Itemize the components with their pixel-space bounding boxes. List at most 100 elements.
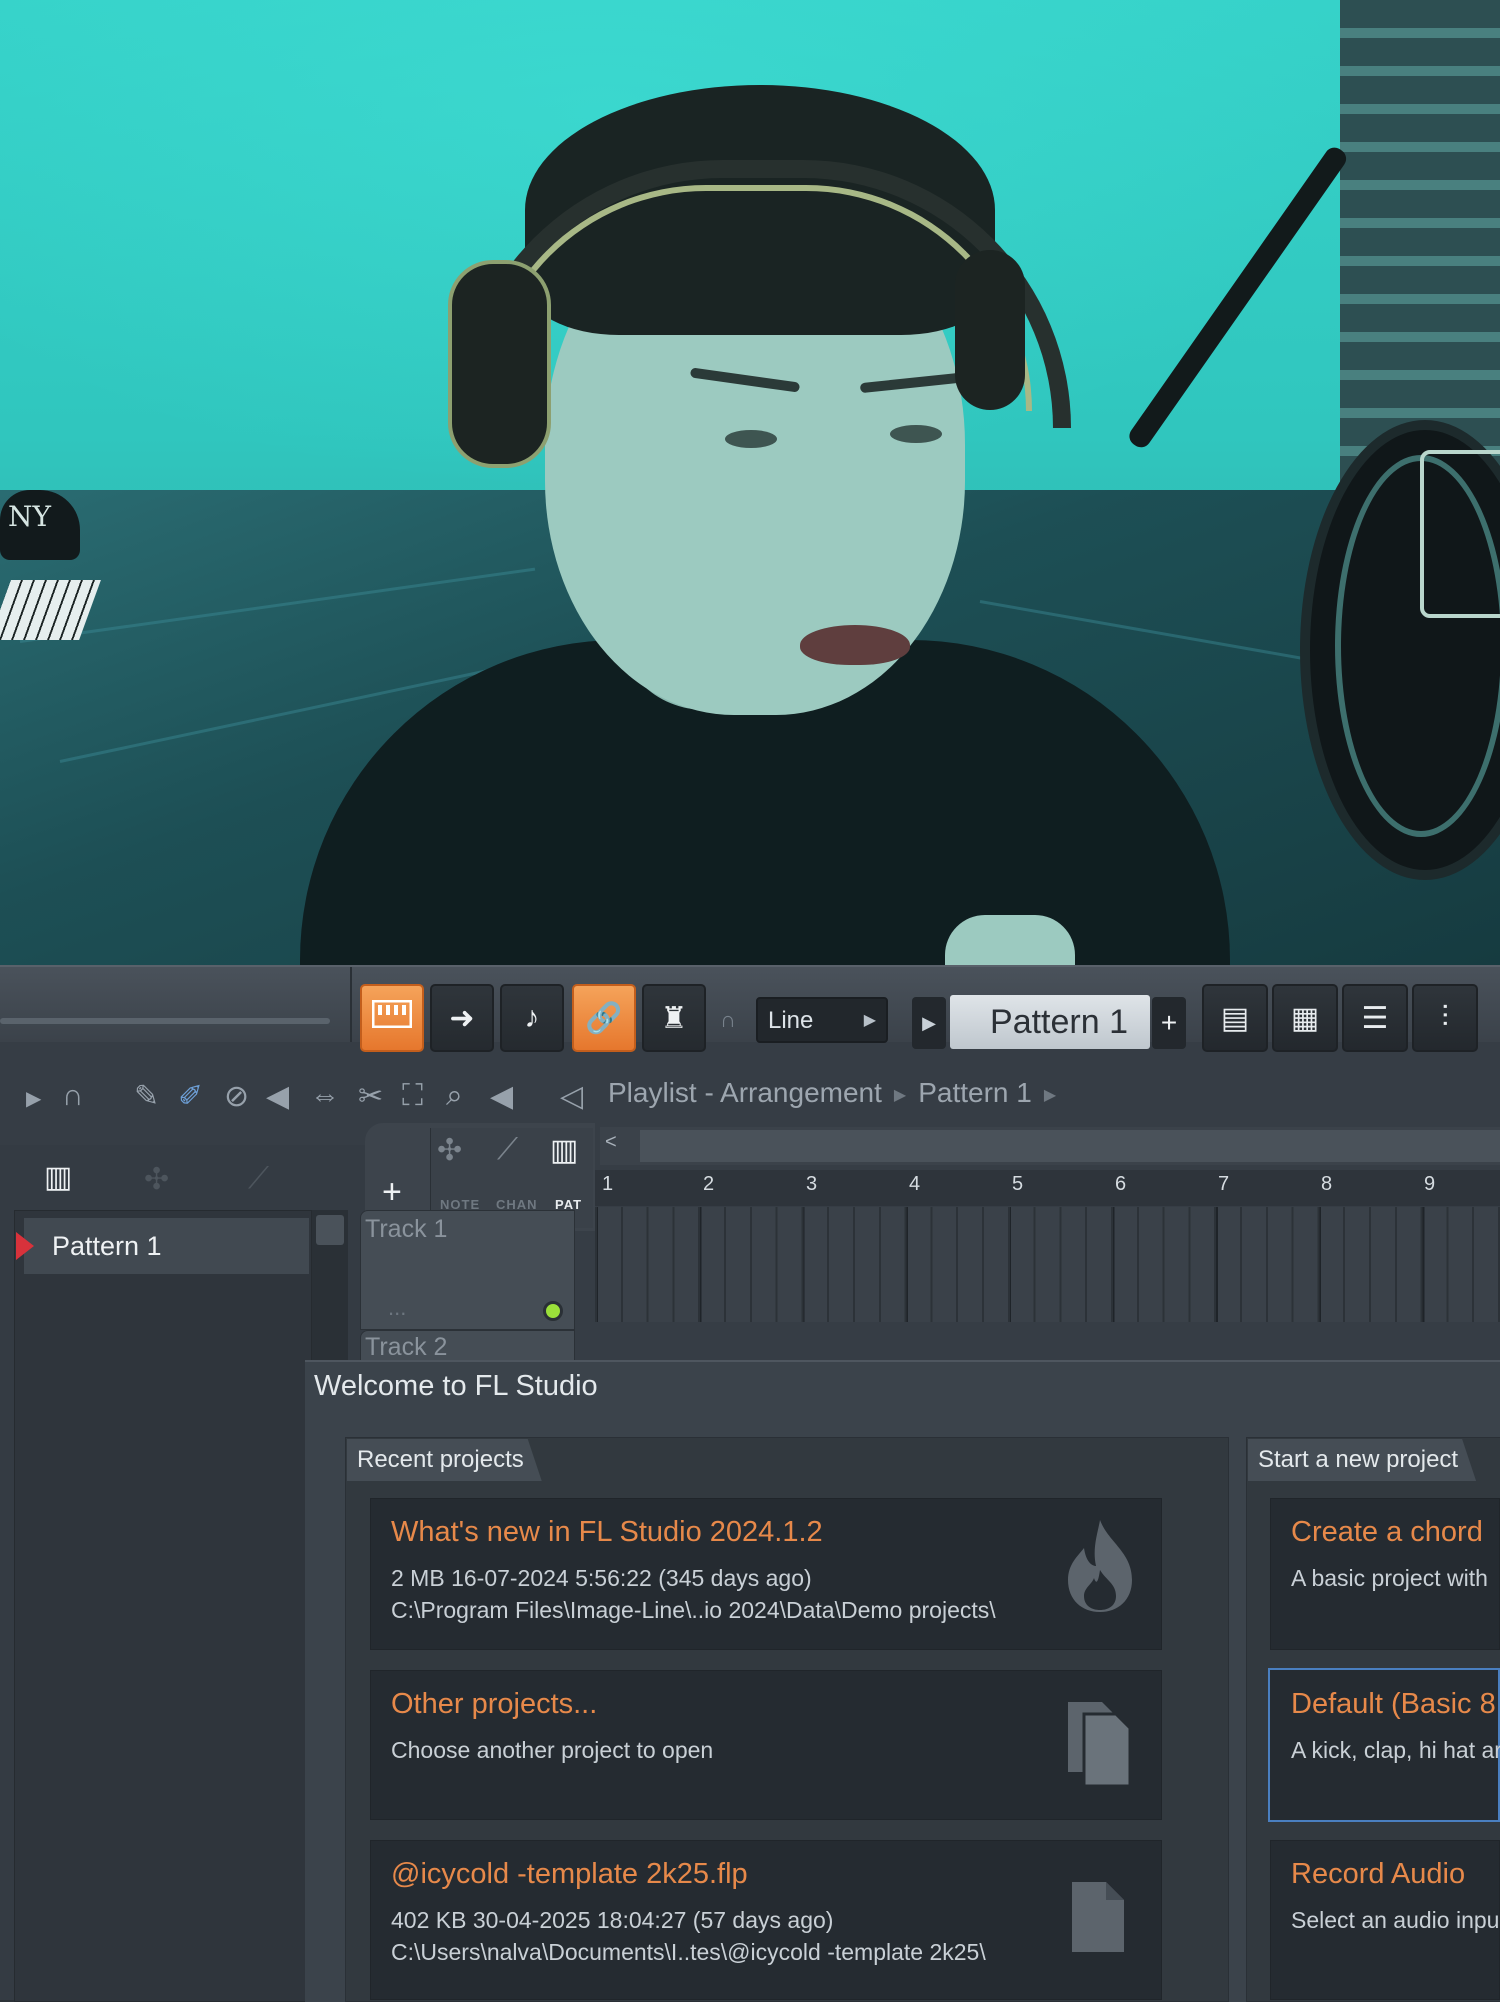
channel-rack-icon: ☰	[1361, 1001, 1389, 1035]
horizontal-scroll-track[interactable]	[640, 1130, 1500, 1162]
ruler-bar-number: 3	[806, 1173, 818, 1195]
other-projects-desc: Choose another project to open	[391, 1737, 714, 1763]
channel-rack-window-button[interactable]: ☰	[1342, 984, 1408, 1052]
pattern-list	[14, 1210, 312, 2002]
piano-roll-icon: ▦	[1290, 1001, 1320, 1035]
paint-icon[interactable]: ✐	[178, 1079, 203, 1114]
shock-mount	[1420, 450, 1500, 618]
scrollbar-thumb[interactable]	[316, 1215, 344, 1245]
automation-icon[interactable]: ⟋	[248, 1162, 269, 1196]
webcam-overlay: NY	[0, 0, 1500, 965]
pattern-selector[interactable]: Pattern 1	[950, 995, 1150, 1049]
play-arrow-icon[interactable]: ▶	[26, 1086, 41, 1111]
document-icon	[1070, 1880, 1126, 1973]
magnet-icon: ∩	[720, 1007, 736, 1032]
metronome-button[interactable]: ♜	[642, 984, 706, 1052]
pattern-list-item[interactable]: Pattern 1	[24, 1218, 309, 1274]
ruler-bar-number: 4	[909, 1173, 921, 1195]
template-desc: A basic project with	[1291, 1565, 1488, 1591]
speaker-icon: ◁	[560, 1080, 584, 1113]
ruler-bar-number: 5	[1012, 1173, 1024, 1195]
breadcrumb-pattern[interactable]: Pattern 1	[918, 1077, 1032, 1108]
ruler-bar-number: 7	[1218, 1173, 1230, 1195]
multilink-controllers-button[interactable]: 🔗	[572, 984, 636, 1052]
playlist-grid[interactable]	[595, 1207, 1500, 1322]
step-edit-button[interactable]: ➜	[430, 984, 494, 1052]
channel-link-icon[interactable]: ⟋	[497, 1133, 518, 1167]
pattern-piano-icon[interactable]: ▥	[550, 1133, 578, 1168]
snap-select[interactable]: Line ▶	[756, 997, 888, 1043]
template-desc: A kick, clap, hi hat ar	[1291, 1737, 1500, 1763]
fl-studio-flame-icon	[1062, 1518, 1138, 1633]
audio-clip-icon[interactable]: ✣	[144, 1162, 169, 1197]
hand	[945, 915, 1075, 965]
track-name: Track 1	[365, 1215, 448, 1243]
ruler-bar-number: 6	[1115, 1173, 1127, 1195]
documents-icon	[1066, 1700, 1134, 1807]
pattern-picker-icon[interactable]: ▥	[44, 1160, 72, 1195]
magnet-snap-icon[interactable]: ∩	[62, 1079, 84, 1113]
delete-icon[interactable]: ⊘	[224, 1079, 249, 1114]
zoom-icon[interactable]: ⌕	[446, 1079, 463, 1113]
mouth	[800, 625, 910, 665]
draw-icon[interactable]: ✎	[134, 1079, 159, 1114]
recent-project-meta: 402 KB 30-04-2025 18:04:27 (57 days ago)	[391, 1907, 834, 1933]
template-title: Create a chord	[1291, 1516, 1483, 1548]
new-project-tab: Start a new project	[1248, 1439, 1476, 1481]
toolbar: ➜ ♪ 🔗 ♜ ∩ Line ▶ ▶ Pattern 1 + ▤ ▦ ☰ ⫶	[0, 965, 1500, 1052]
add-pattern-button[interactable]: +	[1152, 997, 1186, 1049]
note-wave-icon[interactable]: ✣	[437, 1133, 462, 1168]
recent-project-meta: 2 MB 16-07-2024 5:56:22 (345 days ago)	[391, 1565, 812, 1591]
headphone-earcup	[955, 250, 1025, 410]
playlist-icon: ▤	[1220, 1001, 1250, 1035]
note-curve-icon: ♪	[524, 1001, 540, 1034]
arrow-right-icon: ➜	[449, 1001, 475, 1035]
breadcrumb-separator: ▶	[1043, 1086, 1057, 1104]
ruler-bar-number: 8	[1321, 1173, 1333, 1195]
template-title: Default (Basic 8	[1291, 1688, 1496, 1720]
keyboard-piano-icon	[371, 999, 413, 1036]
link-icon: 🔗	[585, 1001, 623, 1035]
snap-value: Line	[768, 1007, 814, 1034]
headphone-earcup	[448, 260, 551, 468]
track-options[interactable]: ...	[388, 1295, 406, 1321]
cap-logo: NY	[8, 500, 51, 533]
breadcrumb-playlist[interactable]: Playlist - Arrangement	[608, 1077, 882, 1108]
breadcrumb: Playlist - Arrangement ▶ Pattern 1 ▶	[608, 1077, 1068, 1109]
mixer-window-button[interactable]: ⫶	[1412, 984, 1478, 1052]
track-mute-led[interactable]	[543, 1301, 563, 1321]
caret-right-icon: ▶	[863, 1012, 876, 1029]
recent-project-path: C:\Users\nalva\Documents\I..tes\@icycold…	[391, 1939, 986, 1965]
scroll-left-icon[interactable]: <	[605, 1131, 617, 1154]
template-desc: Select an audio inpu	[1291, 1907, 1500, 1933]
mixer-icon: ⫶	[1441, 1001, 1449, 1034]
typing-keyboard-button[interactable]	[360, 984, 424, 1052]
pattern-marker-icon	[16, 1232, 34, 1260]
master-slider[interactable]	[0, 1018, 330, 1024]
caret-right-icon: ▶	[922, 1013, 936, 1033]
piano-roll-window-button[interactable]: ▦	[1272, 984, 1338, 1052]
other-projects-title: Other projects...	[391, 1688, 598, 1720]
mute-icon[interactable]: ◀	[266, 1079, 289, 1114]
slice-icon[interactable]: ✂	[358, 1079, 383, 1114]
bar-ruler[interactable]	[595, 1170, 1500, 1206]
eye	[725, 430, 777, 448]
metronome-icon: ♜	[660, 1001, 688, 1035]
recent-project-path: C:\Program Files\Image-Line\..io 2024\Da…	[391, 1597, 996, 1623]
playback-icon[interactable]: ◀	[490, 1079, 513, 1114]
select-icon[interactable]: ⛶	[402, 1079, 423, 1113]
recent-projects-tab: Recent projects	[347, 1439, 542, 1481]
pattern-prev-button[interactable]: ▶	[912, 997, 946, 1049]
ruler-bar-number: 1	[602, 1173, 614, 1195]
ruler-bar-number: 9	[1424, 1173, 1436, 1195]
slip-icon[interactable]: ⇔	[310, 1079, 340, 1113]
recording-filter-button[interactable]: ♪	[500, 984, 564, 1052]
breadcrumb-separator: ▶	[893, 1086, 907, 1104]
ruler-bar-number: 2	[703, 1173, 715, 1195]
welcome-title: Welcome to FL Studio	[314, 1370, 598, 1402]
playlist-window-button[interactable]: ▤	[1202, 984, 1268, 1052]
add-track-button[interactable]: +	[382, 1173, 402, 1212]
template-title: Record Audio	[1291, 1858, 1466, 1890]
toolbar-divider	[350, 967, 352, 1042]
track-name: Track 2	[365, 1333, 448, 1361]
